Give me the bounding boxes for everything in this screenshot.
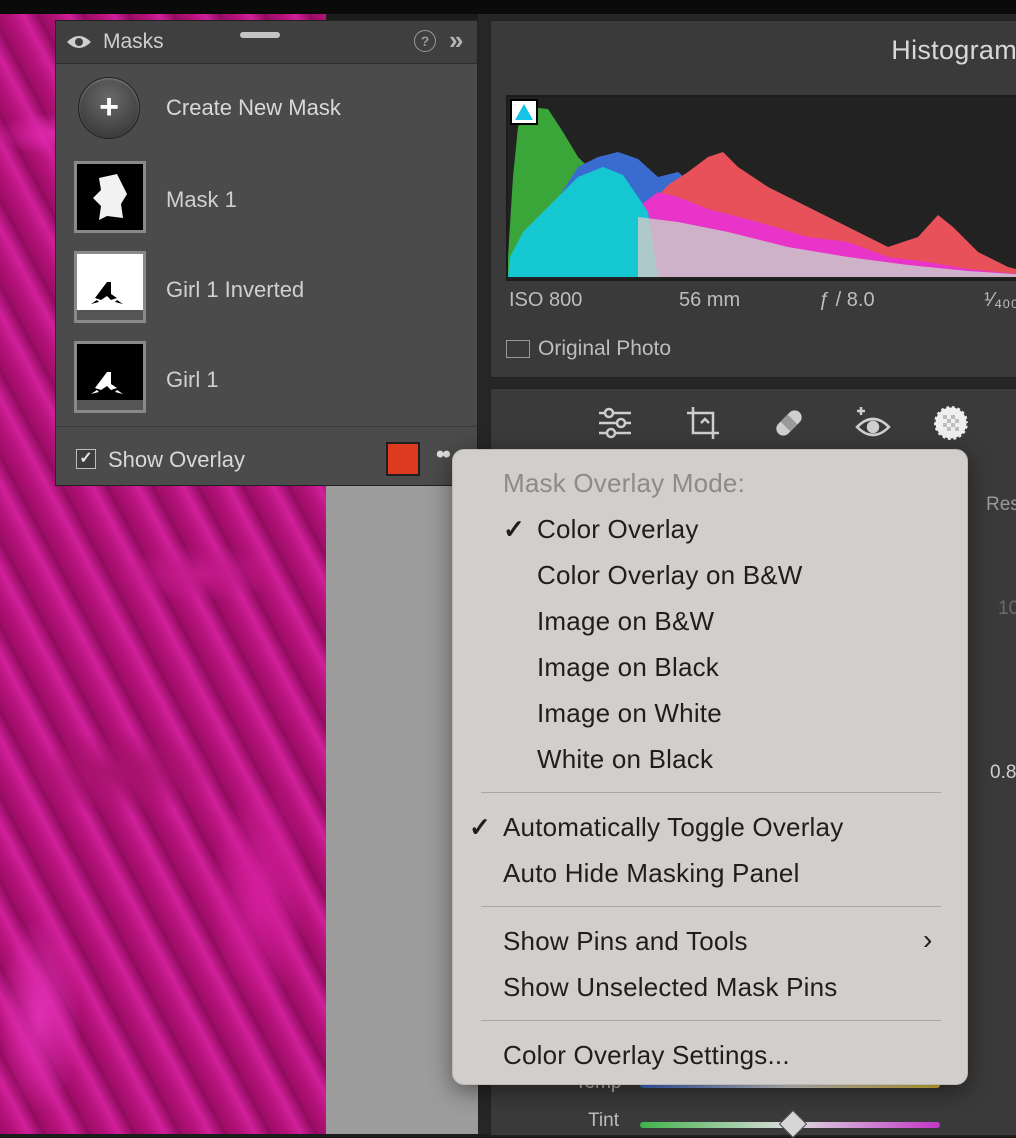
menu-header: Mask Overlay Mode: [503, 468, 746, 498]
double-chevron-right-icon[interactable]: » [449, 25, 463, 56]
menu-item-auto-hide-panel[interactable]: Auto Hide Masking Panel [503, 858, 800, 889]
exif-aperture: ƒ / 8.0 [819, 289, 875, 311]
menu-item-auto-toggle-overlay[interactable]: Automatically Toggle Overlay [503, 812, 843, 843]
exif-focal-length: 56 mm [679, 289, 741, 311]
menu-separator [481, 1020, 941, 1021]
mask-label[interactable]: Mask 1 [166, 187, 237, 213]
menu-item-show-pins-tools[interactable]: Show Pins and Tools [503, 926, 748, 957]
menu-item-color-overlay-bw[interactable]: Color Overlay on B&W [537, 560, 803, 591]
menu-item-image-on-black[interactable]: Image on Black [537, 652, 719, 683]
help-circle-icon[interactable]: ? [414, 30, 436, 52]
menu-item-color-overlay[interactable]: Color Overlay [537, 514, 699, 545]
tint-label: Tint [588, 1110, 619, 1131]
menu-item-show-unselected-pins[interactable]: Show Unselected Mask Pins [503, 972, 837, 1003]
value-label: 0.8 [990, 762, 1016, 783]
plus-icon: + [99, 88, 119, 126]
masks-panel-title: Masks [103, 30, 164, 53]
mask-label[interactable]: Girl 1 Inverted [166, 277, 304, 303]
show-overlay-checkbox[interactable]: ✓ [76, 449, 96, 469]
exif-iso: ISO 800 [509, 289, 583, 311]
masks-panel: Masks ? » + Create New Mask Mask 1 Girl … [55, 20, 478, 486]
checkmark-icon: ✓ [503, 514, 525, 544]
mask-overlay-menu: Mask Overlay Mode: ✓ Color Overlay Color… [452, 449, 968, 1085]
value-label: 10 [998, 598, 1016, 619]
shadow-clipping-icon[interactable] [510, 99, 538, 125]
menu-item-image-on-bw[interactable]: Image on B&W [537, 606, 714, 637]
healing-icon[interactable] [767, 401, 811, 445]
histogram-graph[interactable] [506, 95, 1016, 281]
menu-item-white-on-black[interactable]: White on Black [537, 744, 713, 775]
create-new-mask-button[interactable]: + [78, 77, 140, 139]
menu-separator [481, 792, 941, 793]
checkmark-icon: ✓ [469, 812, 491, 842]
mask-thumbnail-girl-1-inverted[interactable] [74, 251, 146, 323]
original-photo-toggle[interactable]: Original Photo [506, 337, 671, 361]
eye-icon[interactable] [66, 34, 92, 50]
masks-panel-footer: ✓ Show Overlay •• [56, 426, 477, 486]
menu-item-image-on-white[interactable]: Image on White [537, 698, 722, 729]
crop-icon[interactable] [681, 401, 725, 445]
drag-handle[interactable] [240, 32, 280, 38]
show-overlay-label[interactable]: Show Overlay [108, 447, 245, 473]
exif-shutter: ¹⁄₄₀₀ [984, 289, 1016, 311]
checkbox-icon[interactable] [506, 340, 530, 358]
mask-thumbnail-girl-1[interactable] [74, 341, 146, 413]
create-new-mask-label[interactable]: Create New Mask [166, 95, 341, 121]
menu-separator [481, 906, 941, 907]
reset-label[interactable]: Res [986, 494, 1016, 516]
masks-panel-header[interactable]: Masks ? » [56, 21, 477, 64]
menu-item-color-overlay-settings[interactable]: Color Overlay Settings... [503, 1040, 790, 1071]
edit-sliders-icon[interactable] [593, 401, 637, 445]
more-options-icon[interactable]: •• [436, 441, 451, 469]
overlay-color-swatch[interactable] [386, 442, 420, 476]
mask-thumbnail-mask-1[interactable] [74, 161, 146, 233]
histogram-title[interactable]: Histogram [891, 35, 1016, 66]
masking-icon[interactable] [929, 401, 973, 445]
histogram-panel: Histogram ISO 800 56 mm ƒ / 8.0 ¹⁄₄₀₀ Or… [490, 20, 1016, 378]
chevron-right-icon: › [923, 924, 933, 955]
histogram-chart [508, 107, 1016, 277]
mask-label[interactable]: Girl 1 [166, 367, 219, 393]
red-eye-icon[interactable] [851, 401, 895, 445]
top-bar [0, 0, 1016, 14]
original-photo-label: Original Photo [538, 337, 672, 360]
